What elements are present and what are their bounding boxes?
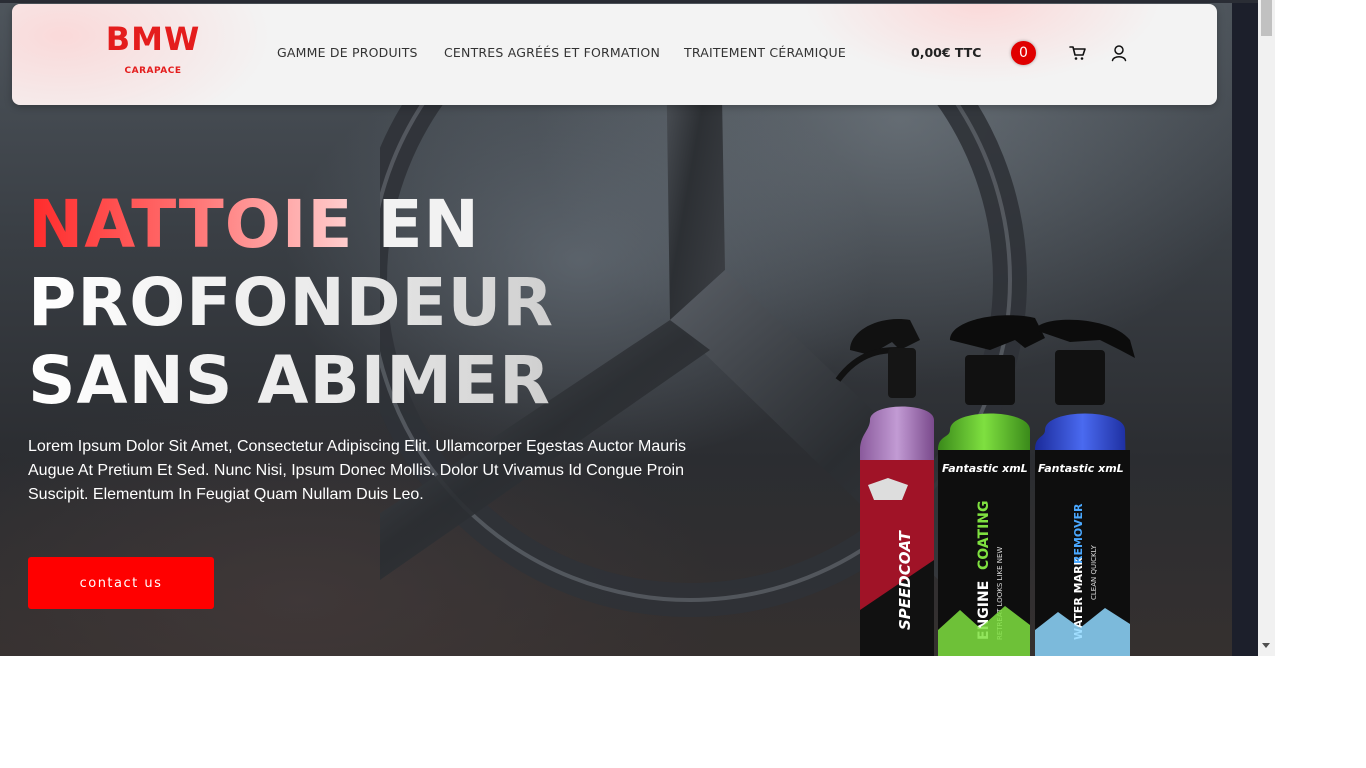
hero-title-line3: SANS ABIMER — [28, 342, 551, 419]
bottle2-brand: Fantastic xmL — [942, 462, 1028, 475]
bottle3-brand: Fantastic xmL — [1038, 462, 1124, 475]
bottle3-tagline: CLEAN QUICKLY — [1090, 544, 1098, 600]
right-edge-panel — [1232, 0, 1258, 656]
product-bottles-image: SPEEDCOAT Fantastic xmL ENGINE COATING R… — [835, 315, 1135, 656]
top-border — [0, 0, 1258, 3]
nav-item-centres-agrees[interactable]: CENTRES AGRÉÉS ET FORMATION — [444, 45, 660, 60]
nav-item-traitement-ceramique[interactable]: TRAITEMENT CÉRAMIQUE — [684, 45, 846, 60]
bottle3-name-color: REMOVER — [1072, 503, 1085, 564]
hero-title-accent: NATTOIE — [28, 186, 354, 263]
scroll-down-arrow-icon[interactable] — [1262, 643, 1270, 648]
shopping-cart-icon[interactable] — [1069, 44, 1087, 62]
cart-count-badge[interactable]: 0 — [1011, 41, 1036, 65]
vertical-scrollbar[interactable] — [1258, 0, 1275, 656]
brand-tagline: CARAPACE — [124, 66, 182, 76]
hero-title-rest: EN — [353, 186, 480, 263]
user-icon[interactable] — [1110, 44, 1128, 62]
page-viewport: BMW CARAPACE GAMME DE PRODUITS CENTRES A… — [0, 0, 1258, 656]
header-decoration — [802, 4, 1162, 84]
brand-name: BMW — [105, 20, 201, 58]
hero-title-line2: PROFONDEUR — [28, 264, 555, 341]
water-mark-remover-bottle: Fantastic xmL WATER MARK REMOVER CLEAN Q… — [1035, 319, 1135, 656]
bottle1-name: SPEEDCOAT — [896, 529, 914, 630]
hero-description: Lorem Ipsum Dolor Sit Amet, Consectetur … — [28, 438, 687, 503]
site-header: BMW CARAPACE GAMME DE PRODUITS CENTRES A… — [12, 4, 1217, 105]
bottle2-name-color: COATING — [976, 500, 992, 570]
contact-us-button[interactable]: contact us — [28, 557, 214, 609]
engine-coating-bottle: Fantastic xmL ENGINE COATING RETREAT LOO… — [938, 315, 1045, 656]
scrollbar-thumb[interactable] — [1261, 0, 1272, 36]
nav-item-gamme-de-produits[interactable]: GAMME DE PRODUITS — [277, 45, 418, 60]
cart-total[interactable]: 0,00€ TTC — [911, 45, 981, 60]
hero-title: NATTOIE EN PROFONDEUR SANS ABIMER — [28, 186, 708, 420]
speedcoat-bottle: SPEEDCOAT — [835, 319, 934, 656]
brand-logo[interactable]: BMW CARAPACE — [102, 20, 204, 76]
